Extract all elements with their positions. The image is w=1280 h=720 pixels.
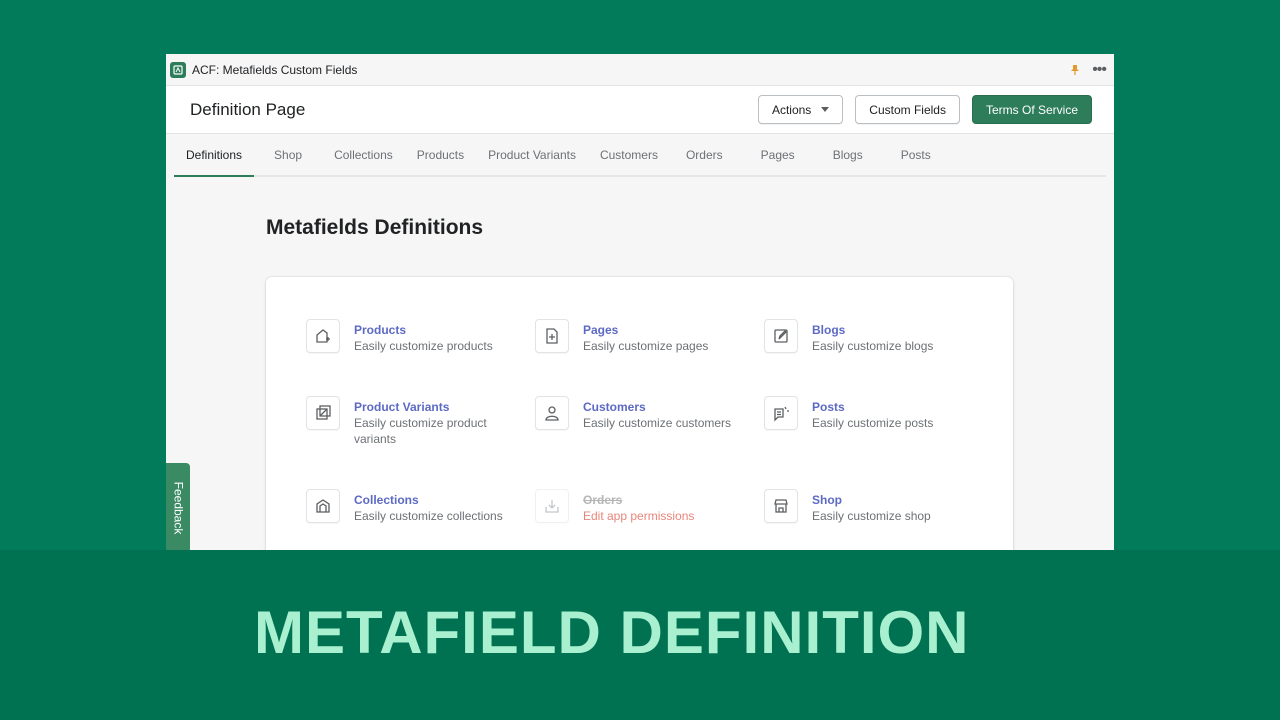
banner-text: METAFIELD DEFINITION (254, 599, 970, 666)
tab-label: Product Variants (488, 147, 576, 162)
item-desc: Easily customize shop (812, 509, 931, 523)
terms-of-service-button-label: Terms Of Service (985, 102, 1078, 117)
tab-product-variants[interactable]: Product Variants (476, 134, 588, 177)
tab-shop[interactable]: Shop (262, 134, 314, 177)
tab-label: Definitions (186, 147, 243, 162)
item-title[interactable]: Pages (583, 322, 708, 338)
app-title: ACF: Metafields Custom Fields (192, 62, 358, 77)
definition-item-posts[interactable]: Posts Easily customize posts (764, 396, 974, 431)
item-title: Orders (583, 493, 623, 507)
post-icon (764, 396, 798, 430)
item-desc: Easily customize customers (583, 416, 732, 430)
promo-banner: METAFIELD DEFINITION (0, 550, 1280, 720)
pin-icon[interactable] (1068, 63, 1082, 77)
order-icon (535, 489, 569, 523)
definitions-card: Products Easily customize products Pages… (266, 277, 1013, 550)
item-title[interactable]: Product Variants (354, 399, 504, 415)
feedback-label: Feedback (171, 481, 186, 535)
tab-label: Collections (334, 147, 393, 162)
section-title: Metafields Definitions (266, 216, 484, 239)
page-title: Definition Page (190, 99, 306, 119)
app-logo-icon (170, 61, 186, 78)
definition-item-orders[interactable]: Orders Edit app permissions (535, 489, 745, 524)
tab-customers[interactable]: Customers (588, 134, 670, 177)
product-icon (306, 319, 340, 353)
custom-fields-button-label: Custom Fields (869, 102, 946, 117)
definition-item-collections[interactable]: Collections Easily customize collections (306, 489, 516, 524)
definition-item-product-variants[interactable]: Product Variants Easily customize produc… (306, 396, 516, 447)
definition-item-pages[interactable]: Pages Easily customize pages (535, 319, 745, 354)
item-title[interactable]: Blogs (812, 322, 933, 338)
app-window: ACF: Metafields Custom Fields ••• Defini… (166, 54, 1114, 550)
terms-of-service-button[interactable]: Terms Of Service (971, 95, 1092, 124)
caret-down-icon (821, 107, 830, 112)
definition-item-blogs[interactable]: Blogs Easily customize blogs (764, 319, 974, 354)
tab-posts[interactable]: Posts (889, 134, 943, 177)
tab-label: Products (416, 147, 465, 162)
tab-definitions[interactable]: Definitions (174, 134, 255, 177)
item-desc: Easily customize products (354, 339, 493, 353)
page-header: Definition Page Actions Custom Fields Te… (166, 86, 1114, 134)
customer-icon (535, 396, 569, 430)
item-title[interactable]: Customers (583, 399, 731, 415)
page-icon (535, 319, 569, 353)
definition-item-products[interactable]: Products Easily customize products (306, 319, 516, 354)
app-titlebar: ACF: Metafields Custom Fields ••• (166, 54, 1114, 86)
item-desc: Easily customize product variants (354, 416, 487, 446)
item-desc: Easily customize collections (354, 509, 503, 523)
tab-label: Blogs (832, 147, 863, 162)
tab-label: Pages (760, 147, 795, 162)
item-desc[interactable]: Edit app permissions (583, 508, 694, 524)
tab-bar: Definitions Shop Collections Products Pr… (174, 134, 1106, 177)
tab-collections[interactable]: Collections (322, 134, 405, 177)
shop-icon (764, 489, 798, 523)
tab-label: Orders (685, 147, 723, 162)
definition-item-shop[interactable]: Shop Easily customize shop (764, 489, 974, 524)
actions-button-label: Actions (771, 102, 812, 117)
actions-button[interactable]: Actions (757, 95, 844, 124)
variant-icon (306, 396, 340, 430)
tab-products[interactable]: Products (405, 134, 476, 177)
item-title[interactable]: Shop (812, 492, 931, 508)
definition-item-customers[interactable]: Customers Easily customize customers (535, 396, 745, 431)
tab-pages[interactable]: Pages (749, 134, 807, 177)
tab-label: Customers (599, 147, 658, 162)
item-desc: Easily customize posts (812, 416, 934, 430)
item-desc: Easily customize pages (583, 339, 709, 353)
item-title[interactable]: Posts (812, 399, 933, 415)
item-title[interactable]: Products (354, 322, 493, 338)
custom-fields-button[interactable]: Custom Fields (855, 95, 960, 124)
blog-icon (764, 319, 798, 353)
collection-icon (306, 489, 340, 523)
feedback-tab[interactable]: Feedback (166, 463, 190, 550)
item-desc: Easily customize blogs (812, 339, 934, 353)
item-title[interactable]: Collections (354, 492, 503, 508)
tab-label: Shop (274, 147, 303, 162)
more-icon[interactable]: ••• (1092, 61, 1107, 77)
tab-orders[interactable]: Orders (674, 134, 735, 177)
tab-label: Posts (900, 147, 931, 162)
tab-blogs[interactable]: Blogs (821, 134, 875, 177)
